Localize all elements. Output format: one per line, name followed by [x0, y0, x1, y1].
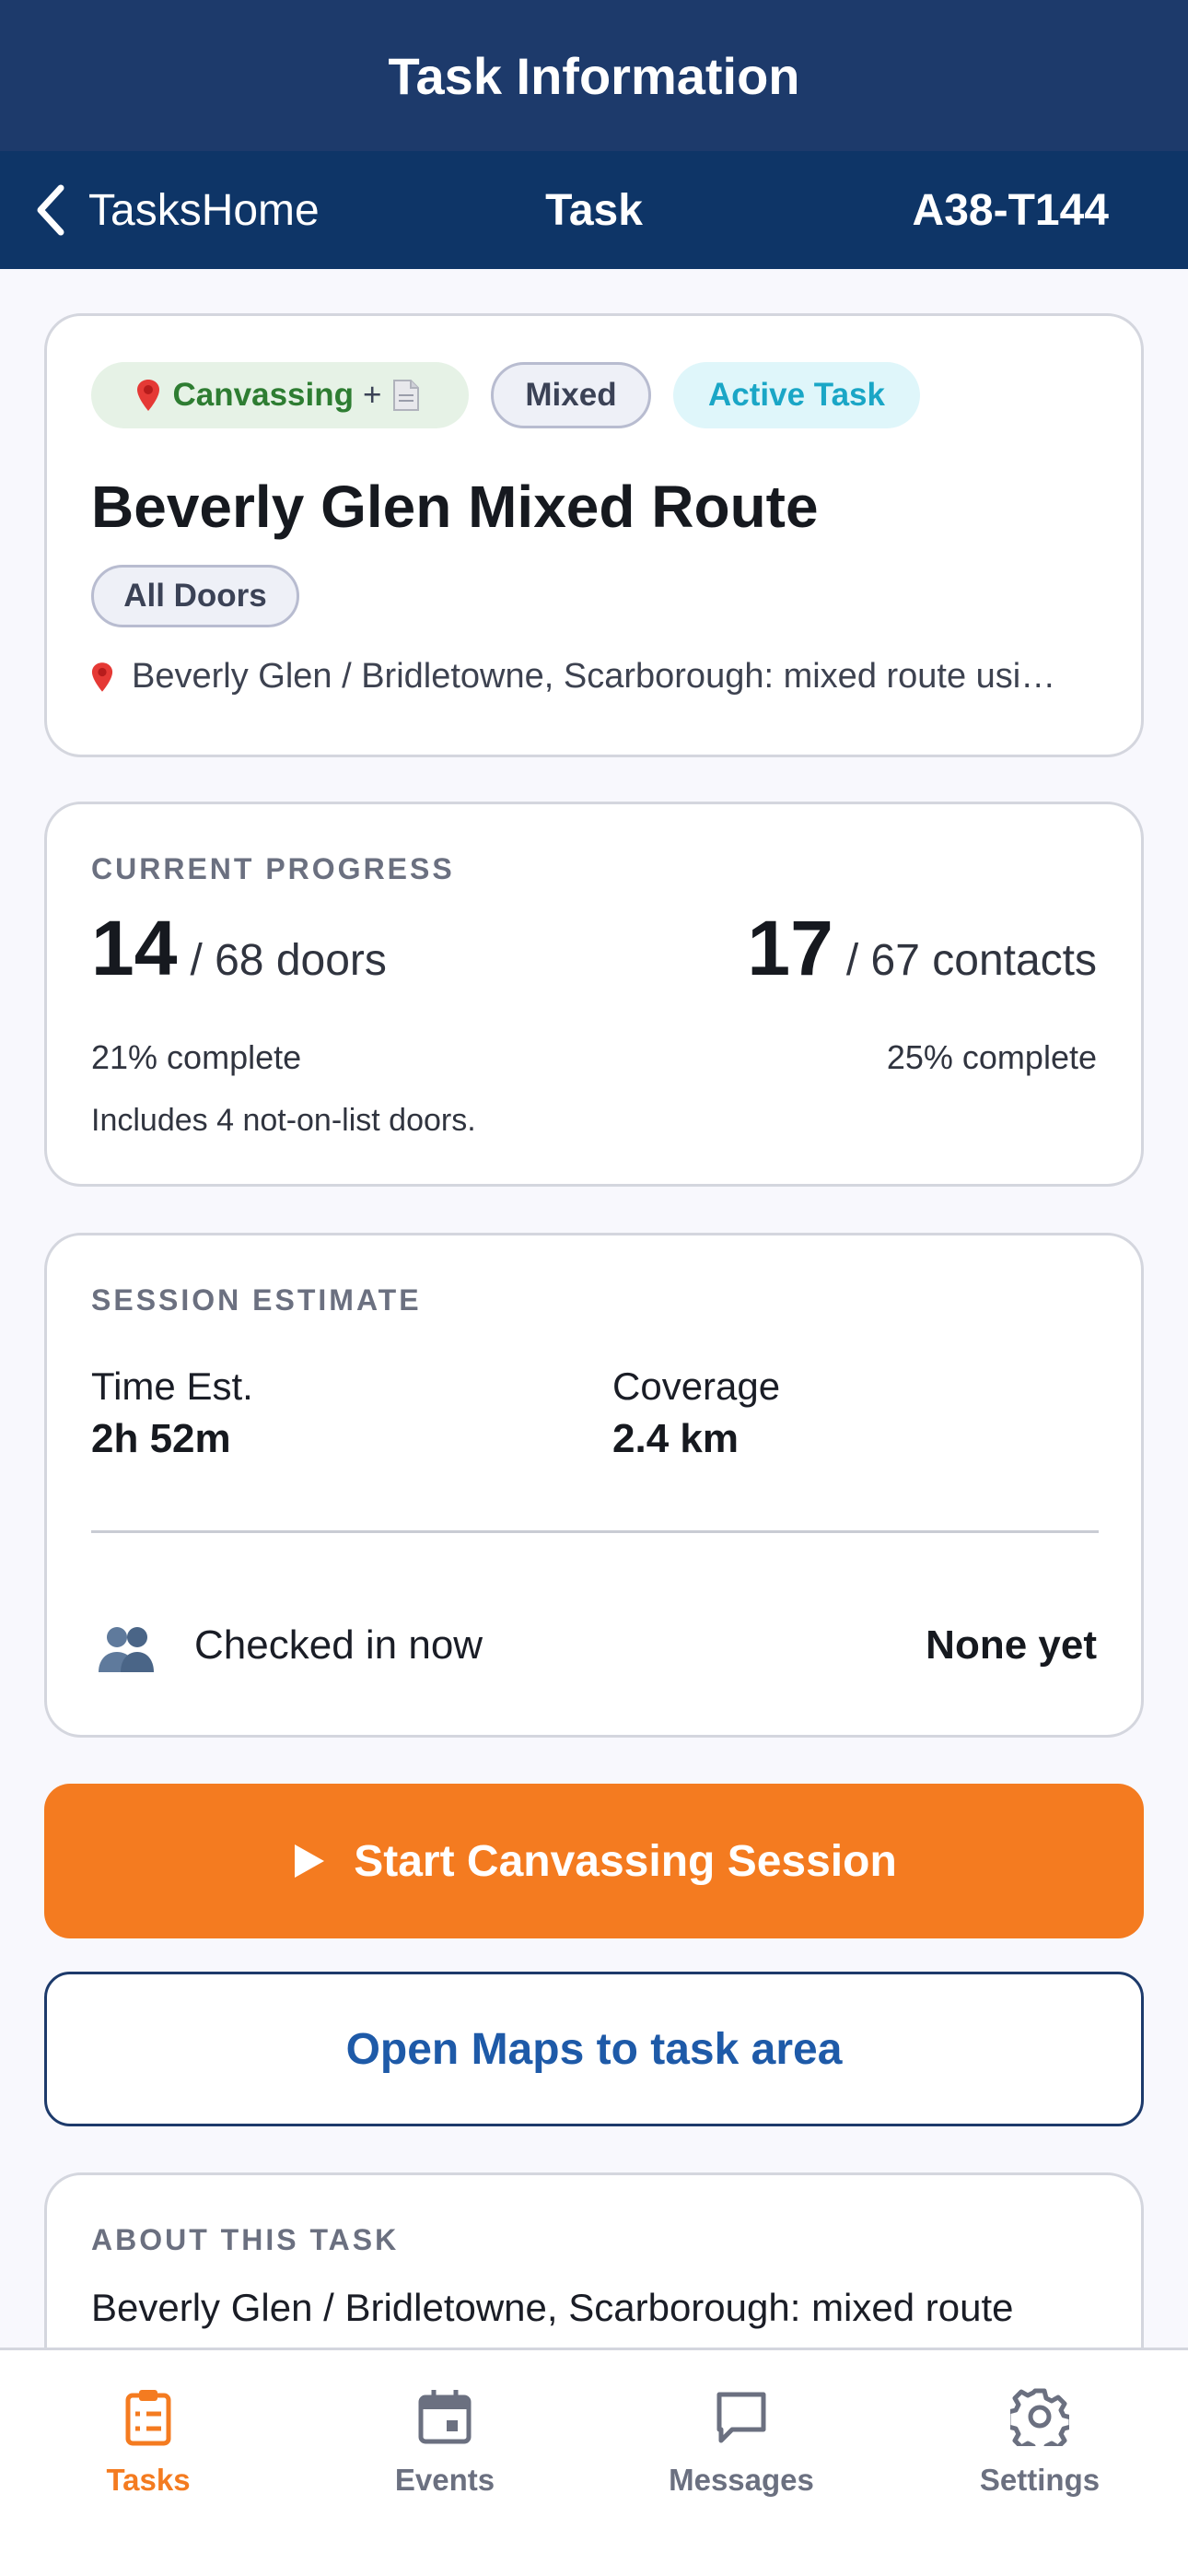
- contacts-stat: 17 / 67 contacts: [747, 904, 1097, 993]
- tab-tasks[interactable]: Tasks: [0, 2350, 297, 2507]
- calendar-icon: [418, 2390, 472, 2444]
- contacts-done: 17: [747, 905, 833, 991]
- back-button[interactable]: TasksHome: [33, 151, 320, 269]
- coverage-label: Coverage: [612, 1364, 781, 1408]
- document-icon: [393, 380, 420, 411]
- users-icon: [99, 1627, 154, 1672]
- progress-note: Includes 4 not-on-list doors.: [91, 1103, 476, 1138]
- scope-badge: All Doors: [91, 565, 299, 627]
- navigation-bar: TasksHome Task A38-T144: [0, 151, 1188, 269]
- estimate-section-label: SESSION ESTIMATE: [91, 1283, 422, 1317]
- open-maps-label: Open Maps to task area: [345, 2024, 843, 2074]
- time-estimate-value: 2h 52m: [91, 1416, 231, 1461]
- tab-messages[interactable]: Messages: [593, 2350, 890, 2507]
- progress-card: CURRENT PROGRESS 14 / 68 doors 17 / 67 c…: [44, 802, 1144, 1187]
- doors-percent: 21% complete: [91, 1038, 302, 1076]
- task-type-label: Canvassing: [172, 377, 354, 413]
- app-title-bar: Task Information: [0, 0, 1188, 151]
- chat-bubble-icon: [716, 2392, 766, 2443]
- session-estimate-card: SESSION ESTIMATE Time Est. 2h 52m Covera…: [44, 1233, 1144, 1738]
- tab-tasks-label: Tasks: [106, 2463, 191, 2497]
- task-id: A38-T144: [912, 185, 1109, 235]
- task-address-text: Beverly Glen / Bridletowne, Scarborough:…: [132, 657, 1056, 696]
- contacts-total: / 67 contacts: [845, 936, 1097, 985]
- doors-stat: 14 / 68 doors: [91, 904, 387, 993]
- doors-total: / 68 doors: [190, 936, 387, 985]
- map-pin-icon: [91, 662, 113, 692]
- task-type-badge: Canvassing +: [91, 362, 469, 428]
- checked-in-label: Checked in now: [194, 1622, 483, 1668]
- task-address: Beverly Glen / Bridletowne, Scarborough:…: [91, 657, 1147, 697]
- tab-messages-label: Messages: [669, 2463, 814, 2497]
- coverage-value: 2.4 km: [612, 1416, 739, 1461]
- about-section-label: ABOUT THIS TASK: [91, 2223, 400, 2256]
- clipboard-list-icon: [125, 2390, 171, 2446]
- progress-section-label: CURRENT PROGRESS: [91, 852, 455, 885]
- about-text: Beverly Glen / Bridletowne, Scarborough:…: [91, 2286, 1014, 2329]
- task-name: Beverly Glen Mixed Route: [91, 474, 819, 540]
- tab-settings-label: Settings: [979, 2463, 1101, 2497]
- status-badge: Active Task: [673, 362, 920, 428]
- tab-settings[interactable]: Settings: [891, 2350, 1188, 2507]
- play-icon: [295, 1844, 325, 1878]
- page-title: Task Information: [388, 46, 800, 105]
- task-type-plus: +: [363, 377, 382, 413]
- gear-icon: [1010, 2388, 1069, 2446]
- open-maps-button[interactable]: Open Maps to task area: [44, 1972, 1144, 2126]
- time-estimate-label: Time Est.: [91, 1364, 253, 1408]
- back-label: TasksHome: [88, 185, 320, 235]
- map-pin-icon: [136, 380, 159, 411]
- divider: [91, 1530, 1099, 1533]
- chevron-left-icon: [37, 184, 64, 236]
- doors-done: 14: [91, 905, 178, 991]
- start-session-label: Start Canvassing Session: [354, 1836, 897, 1886]
- tab-events-label: Events: [394, 2463, 495, 2497]
- contacts-percent: 25% complete: [886, 1038, 1097, 1076]
- task-summary-card: Canvassing + Mixed Active Task Beverly G…: [44, 313, 1144, 757]
- checked-in-value: None yet: [926, 1622, 1097, 1668]
- bottom-tab-bar: Tasks Events Messages Settings: [0, 2348, 1188, 2576]
- start-session-button[interactable]: Start Canvassing Session: [44, 1784, 1144, 1938]
- mixed-badge: Mixed: [491, 362, 651, 428]
- tab-events[interactable]: Events: [297, 2350, 593, 2507]
